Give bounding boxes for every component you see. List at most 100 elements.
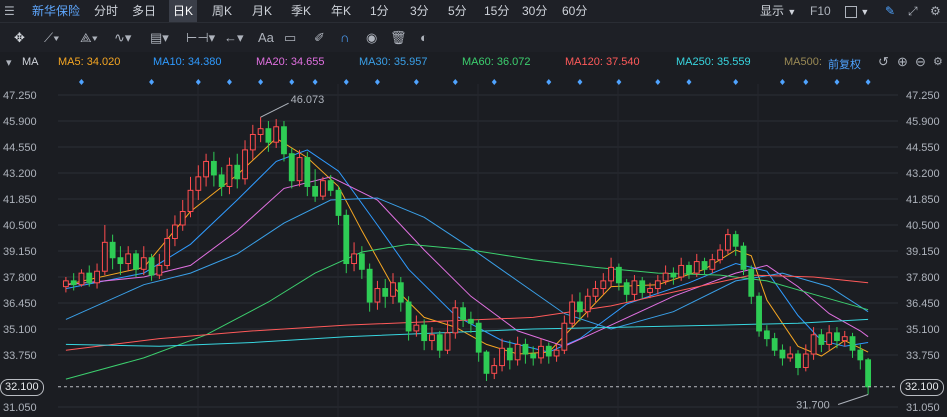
tab-monthly-k[interactable]: 月K xyxy=(252,0,272,22)
event-marker-icon xyxy=(779,79,785,85)
candle-body xyxy=(670,272,677,278)
collapse-icon[interactable]: ▾ xyxy=(6,56,12,69)
candle-body xyxy=(857,349,864,361)
candle-body xyxy=(101,241,108,272)
period-tab-bar: 新华保险 ☰ 分时 多日 日K 周K 月K 季K 年K 1分 3分 5分 15分… xyxy=(0,0,947,22)
y-tick-label-right: 43.200 xyxy=(906,168,940,180)
indicator-settings-icon[interactable]: ⚙ xyxy=(933,55,943,68)
add-indicator-icon[interactable]: ⊕ xyxy=(897,54,908,70)
candle-body xyxy=(506,347,513,361)
measure-tool-icon[interactable]: ⊢⊣▾ xyxy=(186,29,215,47)
arrow-tool-icon[interactable]: ←▾ xyxy=(224,29,244,47)
candle-body xyxy=(756,295,762,332)
checkbox-dropdown[interactable]: ▼ xyxy=(845,0,869,22)
line-tool-icon[interactable]: ⟋▾ xyxy=(44,29,59,47)
candle-body xyxy=(374,288,381,303)
ma-indicator-label[interactable]: MA xyxy=(22,56,39,68)
menu-toggle-icon[interactable]: ☰ xyxy=(4,0,15,22)
ma10-value: MA10: 34.380 xyxy=(153,56,222,68)
tab-5min[interactable]: 5分 xyxy=(448,0,467,22)
wave-tool-icon[interactable]: ∿▾ xyxy=(114,29,131,47)
tab-3min[interactable]: 3分 xyxy=(410,0,429,22)
y-tick-label-right: 47.250 xyxy=(906,90,940,102)
candle-body xyxy=(226,164,233,187)
event-marker-icon xyxy=(577,79,583,85)
fibonacci-tool-icon[interactable]: ▤▾ xyxy=(150,29,169,47)
tab-weekly-k[interactable]: 周K xyxy=(212,0,232,22)
candle-body xyxy=(429,334,435,342)
comment-icon[interactable]: ▭ xyxy=(284,29,296,47)
expand-icon[interactable]: ⤢ xyxy=(908,0,918,22)
candle-body xyxy=(444,332,451,351)
ma-line-ma20 xyxy=(65,176,869,347)
tab-yearly-k[interactable]: 年K xyxy=(331,0,351,22)
tab-1min[interactable]: 1分 xyxy=(370,0,389,22)
y-tick-label-left: 43.200 xyxy=(3,168,37,180)
event-marker-icon xyxy=(686,79,692,85)
event-marker-icon xyxy=(803,79,809,85)
candle-body xyxy=(779,349,786,359)
candle-body xyxy=(709,259,716,270)
candle-body xyxy=(545,345,552,357)
candle-body xyxy=(584,295,591,313)
y-tick-label-left: 45.900 xyxy=(3,116,37,128)
tab-multi-day[interactable]: 多日 xyxy=(132,0,156,22)
candle-body xyxy=(763,330,770,340)
ma-line-ma30 xyxy=(65,197,869,330)
event-marker-icon xyxy=(258,79,264,85)
trash-icon[interactable]: 🗑 xyxy=(390,29,407,47)
tab-60min[interactable]: 60分 xyxy=(562,0,587,22)
tab-quarterly-k[interactable]: 季K xyxy=(291,0,311,22)
stock-name[interactable]: 新华保险 xyxy=(32,0,80,22)
tab-30min[interactable]: 30分 xyxy=(522,0,547,22)
candle-body xyxy=(514,343,521,361)
candle-body xyxy=(654,280,661,290)
text-tool[interactable]: Aa xyxy=(258,29,274,47)
ma120-value: MA120: 37.540 xyxy=(565,56,640,68)
polyline-tool-icon[interactable]: ⟁▾ xyxy=(80,29,98,47)
high-annotation-pointer xyxy=(260,102,289,118)
f10-button[interactable]: F10 xyxy=(810,0,831,22)
candle-body xyxy=(140,257,147,270)
candle-body xyxy=(125,253,132,265)
event-marker-icon xyxy=(616,79,622,85)
candle-body xyxy=(841,336,848,342)
candlestick-chart[interactable]: 47.250 47.250 45.900 45.900 44.550 44.550 43.2… xyxy=(0,74,947,417)
settings-icon[interactable]: ⚙ xyxy=(930,0,941,22)
eye-icon[interactable]: ◉ xyxy=(366,29,377,47)
candle-body xyxy=(686,264,692,274)
candle-body xyxy=(701,261,708,270)
candle-body xyxy=(70,280,77,286)
brush-icon[interactable]: ✐ xyxy=(314,29,325,47)
candle-body xyxy=(460,307,467,320)
candle-body xyxy=(390,282,396,297)
candle-body xyxy=(826,332,833,345)
reset-icon[interactable]: ↺ xyxy=(878,54,889,70)
y-tick-label-left: 44.550 xyxy=(3,142,37,154)
crosshair-icon[interactable]: ✥ xyxy=(14,29,25,47)
candle-body xyxy=(273,126,280,143)
tab-daily-k[interactable]: 日K xyxy=(169,0,198,22)
candle-body xyxy=(771,338,778,351)
ma-line-ma120 xyxy=(65,274,869,351)
candle-body xyxy=(413,324,420,332)
tab-intraday[interactable]: 分时 xyxy=(94,0,118,22)
event-marker-icon xyxy=(546,79,552,85)
remove-indicator-icon[interactable]: ⊖ xyxy=(915,54,926,70)
candle-body xyxy=(62,280,69,288)
tab-15min[interactable]: 15分 xyxy=(484,0,509,22)
event-marker-icon xyxy=(834,79,840,85)
candle-body xyxy=(600,280,607,290)
low-annotation-pointer xyxy=(837,394,869,405)
y-tick-label-left: 35.100 xyxy=(3,324,37,336)
adjust-mode[interactable]: 前复权 xyxy=(828,56,861,72)
candle-body xyxy=(647,288,653,293)
candle-body xyxy=(397,282,404,303)
toggle-icon[interactable]: ◐ xyxy=(420,29,428,47)
display-menu[interactable]: 显示 ▼ xyxy=(760,0,796,22)
pen-icon[interactable]: ✎ xyxy=(885,0,895,22)
candle-body xyxy=(631,280,638,295)
candle-body xyxy=(553,349,560,357)
magnet-icon[interactable]: ∩ xyxy=(340,29,349,47)
current-price-right: 32.100 xyxy=(900,379,944,396)
